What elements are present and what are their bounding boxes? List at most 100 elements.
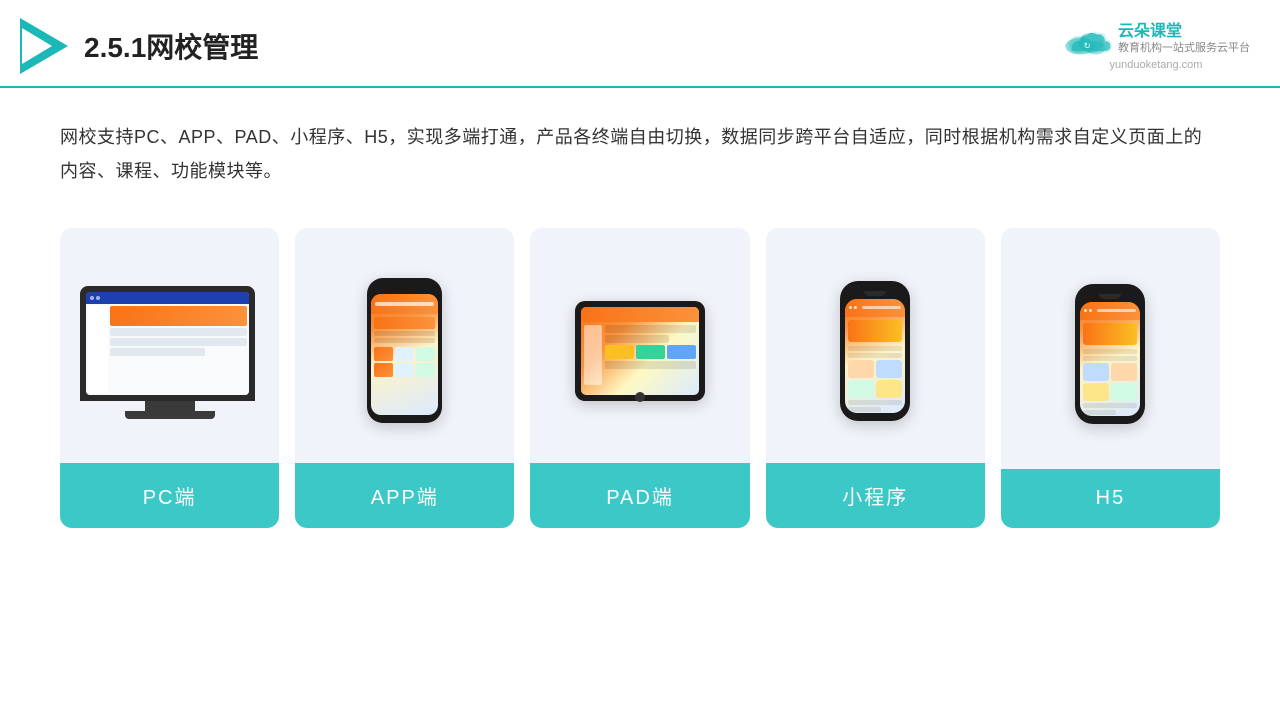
brand-name-cn: 云朵课堂	[1118, 22, 1250, 41]
pth-row-8	[1083, 410, 1115, 415]
svg-text:↻: ↻	[1084, 40, 1091, 50]
phone-grid-6	[416, 363, 435, 377]
brand-logo-area: ↻ 云朵课堂 教育机构一站式服务云平台 yunduoketang.com	[1062, 22, 1250, 71]
tablet-row-2	[605, 335, 669, 343]
phone-grid-5	[395, 363, 414, 377]
pth-row-4	[848, 407, 880, 412]
pth-card-3	[848, 380, 874, 398]
miniprogram-phone-mockup	[840, 281, 910, 421]
pth-card-6	[1111, 363, 1137, 381]
miniprogram-image-area	[766, 228, 985, 463]
pth-card-1	[848, 360, 874, 378]
phone-tall-header-1	[845, 299, 905, 317]
brand-url: yunduoketang.com	[1110, 59, 1203, 71]
tablet-card-2	[636, 345, 665, 359]
pc-screen-frame	[80, 286, 255, 401]
app-phone-mockup	[367, 278, 442, 423]
tablet-body	[581, 322, 699, 388]
pth-row-7	[1083, 403, 1137, 408]
card-app: APP端	[295, 228, 514, 528]
tablet-card-row	[605, 345, 696, 359]
tablet-main	[605, 325, 696, 385]
phone-row-2	[374, 338, 435, 343]
pc-content-rows	[110, 328, 247, 393]
logo-triangle-icon	[20, 18, 68, 74]
phone-screen-content	[371, 314, 438, 380]
pth-row-6	[1083, 356, 1137, 361]
description-text: 网校支持PC、APP、PAD、小程序、H5，实现多端打通，产品各终端自由切换，数…	[0, 88, 1280, 208]
pth-card-2	[876, 360, 902, 378]
card-pc: PC端	[60, 228, 279, 528]
pc-top-bar	[86, 292, 249, 304]
tablet-card-1	[605, 345, 634, 359]
pth-dot-3	[1084, 309, 1087, 312]
pc-row-1	[110, 328, 247, 336]
tablet-row-3	[605, 361, 696, 369]
pth-card-4	[876, 380, 902, 398]
phone-grid	[374, 347, 435, 377]
page-header: 2.5.1网校管理 ↻ 云朵课堂 教育机构一站式服务云平台 yunduo	[0, 0, 1280, 88]
pc-row-2	[110, 338, 247, 346]
phone-tall-screen-1	[845, 299, 905, 413]
pth-dot-1	[849, 306, 852, 309]
pc-label: PC端	[60, 463, 279, 528]
h5-phone-mockup	[1075, 284, 1145, 424]
pc-image-area	[60, 228, 279, 463]
phone-grid-1	[374, 347, 393, 361]
page-title: 2.5.1网校管理	[84, 26, 258, 66]
pc-dot-2	[96, 296, 100, 300]
phone-tall-body-2	[1080, 320, 1140, 416]
header-left: 2.5.1网校管理	[20, 18, 258, 74]
pc-dot-1	[90, 296, 94, 300]
pth-banner-2	[1083, 323, 1137, 345]
pth-row-2	[848, 353, 902, 358]
pth-card-5	[1083, 363, 1109, 381]
app-image-area	[295, 228, 514, 463]
pc-row-3	[110, 348, 206, 356]
pc-stand	[145, 401, 195, 411]
phone-notch	[392, 286, 417, 292]
pth-card-7	[1083, 383, 1109, 401]
phone-tall-notch-2	[1099, 294, 1121, 299]
h5-image-area	[1001, 228, 1220, 469]
cloud-icon: ↻	[1062, 22, 1112, 57]
pth-grid-1	[848, 360, 902, 398]
miniprogram-label: 小程序	[766, 463, 985, 528]
h5-label: H5	[1001, 469, 1220, 528]
phone-tall-body-1	[845, 317, 905, 413]
pc-body	[86, 304, 249, 395]
tablet-home-btn	[635, 392, 645, 402]
pth-card-8	[1111, 383, 1137, 401]
pad-image-area	[530, 228, 749, 463]
card-h5: H5	[1001, 228, 1220, 528]
card-pad: PAD端	[530, 228, 749, 528]
tablet-screen	[581, 307, 699, 395]
pc-banner	[110, 306, 247, 326]
tablet-card-3	[667, 345, 696, 359]
tablet-sidebar	[584, 325, 602, 385]
pc-screen-content	[86, 292, 249, 395]
pth-grid-2	[1083, 363, 1137, 401]
phone-tall-screen-2	[1080, 302, 1140, 416]
tablet-row-1	[605, 325, 696, 333]
app-label: APP端	[295, 463, 514, 528]
brand-tagline-1: 教育机构一站式服务云平台	[1118, 41, 1250, 55]
brand-name-block: 云朵课堂 教育机构一站式服务云平台	[1118, 22, 1250, 55]
phone-grid-2	[395, 347, 414, 361]
phone-screen-header	[371, 294, 438, 314]
phone-tall-header-2	[1080, 302, 1140, 320]
description-content: 网校支持PC、APP、PAD、小程序、H5，实现多端打通，产品各终端自由切换，数…	[60, 127, 1202, 181]
pth-row-5	[1083, 349, 1137, 354]
pth-row-1	[848, 346, 902, 351]
pc-main	[110, 306, 247, 393]
pth-row-3	[848, 400, 902, 405]
pad-label: PAD端	[530, 463, 749, 528]
pth-dot-4	[1089, 309, 1092, 312]
pc-base	[125, 411, 215, 419]
pc-sidebar	[88, 306, 108, 393]
pc-mockup	[80, 286, 260, 416]
phone-grid-4	[374, 363, 393, 377]
phone-tall-notch-1	[864, 291, 886, 296]
phone-grid-3	[416, 347, 435, 361]
tablet-top-bar	[581, 307, 699, 322]
